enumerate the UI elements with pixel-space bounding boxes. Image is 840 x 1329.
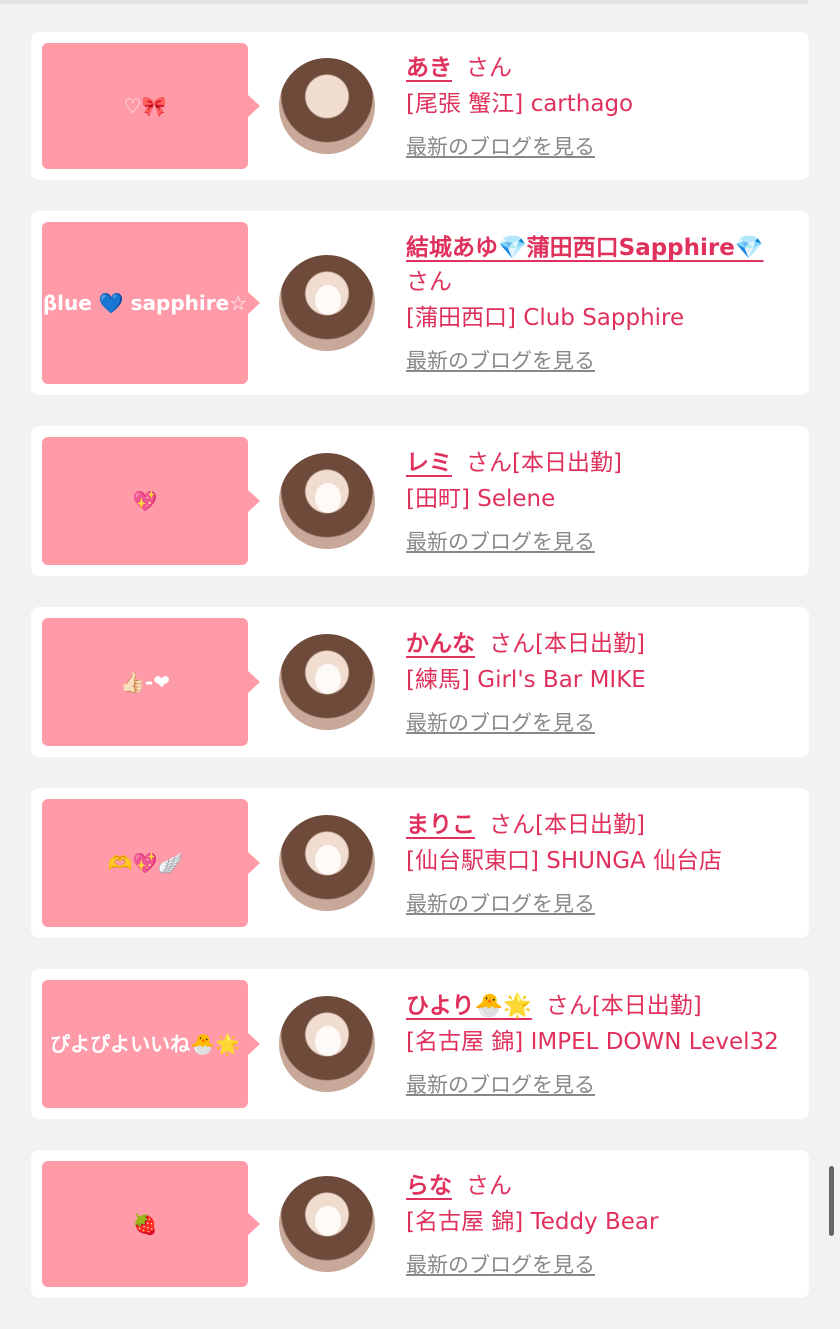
blog-list: ♡🎀 あき さん [尾張 蟹江] carthago 最新のブログを見る βlue … [31,32,809,1329]
list-item: 🫶💖🪽 まりこ さん[本日出勤] [仙台駅東口] SHUNGA 仙台店 最新のブロ… [31,788,809,938]
honorific: さん [466,1173,512,1199]
shop-name: [名古屋 錦] Teddy Bear [406,1209,659,1235]
top-divider [0,0,808,4]
list-item: 🍓 らな さん [名古屋 錦] Teddy Bear 最新のブログを見る [31,1150,809,1298]
latest-blog-link[interactable]: 最新のブログを見る [406,707,595,737]
honorific: さん[本日出勤] [466,450,622,476]
latest-blog-link[interactable]: 最新のブログを見る [406,888,595,918]
latest-blog-link[interactable]: 最新のブログを見る [406,1249,595,1279]
list-item: ぴよぴよいいね🐣🌟 ひより🐣🌟 さん[本日出勤] [名古屋 錦] IMPEL DO… [31,969,809,1119]
latest-blog-link[interactable]: 最新のブログを見る [406,526,595,556]
scrollbar[interactable] [829,1166,834,1236]
cast-name-link[interactable]: あき [406,55,452,81]
honorific: さん [466,55,512,81]
message-bubble: 🍓 [42,1161,260,1287]
cast-name-link[interactable]: ひより🐣🌟 [406,993,532,1019]
honorific: さん[本日出勤] [489,631,645,657]
shop-name: [仙台駅東口] SHUNGA 仙台店 [406,848,723,874]
message-bubble: 💖 [42,437,260,565]
avatar[interactable] [279,58,375,154]
blur-overlay [315,285,341,315]
cast-name-link[interactable]: まりこ [406,812,475,838]
blur-overlay [315,483,341,513]
blur-overlay [315,664,341,694]
avatar[interactable] [279,1176,375,1272]
avatar[interactable] [279,453,375,549]
message-bubble: βlue 💙 sapphire☆ [42,222,260,384]
avatar[interactable] [279,815,375,911]
list-item: βlue 💙 sapphire☆ 結城あゆ💎蒲田西口Sapphire💎 さん [蒲… [31,211,809,395]
latest-blog-link[interactable]: 最新のブログを見る [406,345,595,375]
list-item: 💖 レミ さん[本日出勤] [田町] Selene 最新のブログを見る [31,426,809,576]
message-bubble: ぴよぴよいいね🐣🌟 [42,980,260,1108]
cast-name-link[interactable]: 結城あゆ💎蒲田西口Sapphire💎 [406,235,764,261]
list-item: 👍🏻-❤ かんな さん[本日出勤] [練馬] Girl's Bar MIKE 最新… [31,607,809,757]
honorific: さん[本日出勤] [489,812,645,838]
message-bubble: ♡🎀 [42,43,260,169]
honorific: さん [406,269,452,295]
honorific: さん[本日出勤] [545,993,702,1019]
shop-name: [蒲田西口] Club Sapphire [406,305,685,331]
latest-blog-link[interactable]: 最新のブログを見る [406,1069,595,1099]
shop-name: [田町] Selene [406,486,556,512]
avatar[interactable] [279,255,375,351]
avatar[interactable] [279,996,375,1092]
cast-name-link[interactable]: らな [406,1173,452,1199]
list-item: ♡🎀 あき さん [尾張 蟹江] carthago 最新のブログを見る [31,32,809,180]
cast-name-link[interactable]: かんな [406,631,475,657]
message-bubble: 👍🏻-❤ [42,618,260,746]
shop-name: [名古屋 錦] IMPEL DOWN Level32 [406,1029,779,1055]
blur-overlay [315,845,341,875]
blur-overlay [315,1026,341,1056]
avatar[interactable] [279,634,375,730]
shop-name: [練馬] Girl's Bar MIKE [406,667,646,693]
message-bubble: 🫶💖🪽 [42,799,260,927]
shop-name: [尾張 蟹江] carthago [406,91,634,117]
blur-overlay [315,1206,341,1236]
latest-blog-link[interactable]: 最新のブログを見る [406,131,595,161]
cast-name-link[interactable]: レミ [406,450,452,476]
